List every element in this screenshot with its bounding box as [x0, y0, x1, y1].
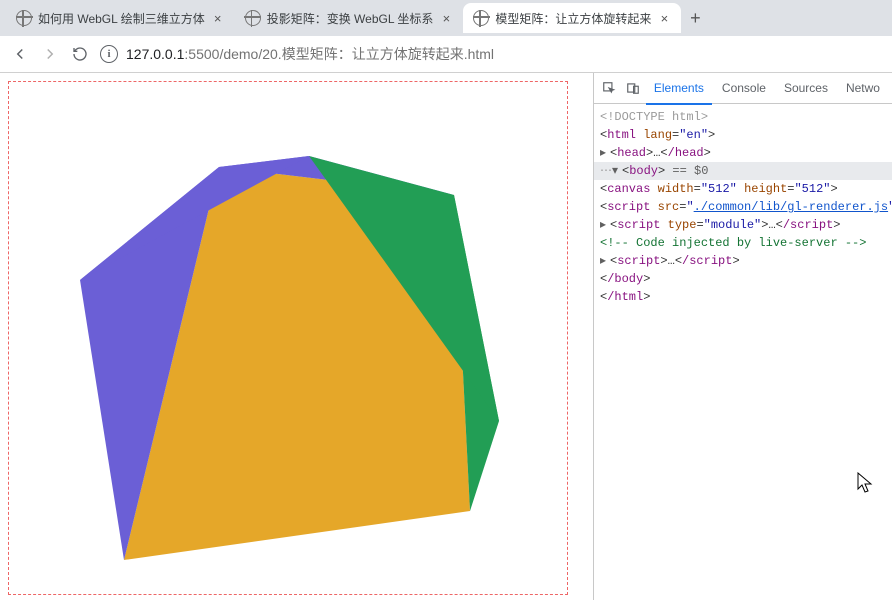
tab-title: 模型矩阵：让立方体旋转起来	[495, 10, 651, 27]
reload-button[interactable]	[70, 44, 90, 64]
dom-html-close[interactable]: </html>	[594, 288, 892, 306]
dom-head[interactable]: ▸<head>…</head>	[594, 144, 892, 162]
tab-title: 投影矩阵：变换 WebGL 坐标系	[267, 10, 434, 27]
devtools-tab-console[interactable]: Console	[714, 73, 774, 103]
forward-button[interactable]	[40, 44, 60, 64]
back-button[interactable]	[10, 44, 30, 64]
inspect-icon[interactable]	[598, 81, 620, 95]
globe-icon	[16, 10, 32, 26]
dom-comment[interactable]: <!-- Code injected by live-server -->	[594, 234, 892, 252]
browser-tab-strip: 如何用 WebGL 绘制三维立方体 × 投影矩阵：变换 WebGL 坐标系 × …	[0, 0, 892, 36]
site-info-icon[interactable]: i	[100, 45, 118, 63]
new-tab-button[interactable]: +	[681, 4, 709, 32]
devtools-panel: Elements Console Sources Netwo <!DOCTYPE…	[593, 73, 892, 600]
dom-body-close[interactable]: </body>	[594, 270, 892, 288]
dom-html-open[interactable]: <html lang="en">	[594, 126, 892, 144]
browser-tab-3[interactable]: 模型矩阵：让立方体旋转起来 ×	[463, 3, 681, 33]
dom-canvas[interactable]: <canvas width="512" height="512">	[594, 180, 892, 198]
devtools-tab-sources[interactable]: Sources	[776, 73, 836, 103]
close-icon[interactable]: ×	[439, 11, 453, 25]
dom-doctype[interactable]: <!DOCTYPE html>	[594, 108, 892, 126]
devtools-tab-network[interactable]: Netwo	[838, 73, 888, 103]
browser-toolbar: i 127.0.0.1:5500/demo/20.模型矩阵：让立方体旋转起来.h…	[0, 36, 892, 73]
dom-tree[interactable]: <!DOCTYPE html> <html lang="en"> ▸<head>…	[594, 104, 892, 600]
content-area: Elements Console Sources Netwo <!DOCTYPE…	[0, 73, 892, 600]
dom-script-src[interactable]: <script src="./common/lib/gl-renderer.js…	[594, 198, 892, 216]
url-text: 127.0.0.1:5500/demo/20.模型矩阵：让立方体旋转起来.htm…	[126, 44, 494, 64]
rotating-cube	[9, 82, 567, 594]
globe-icon	[245, 10, 261, 26]
device-toggle-icon[interactable]	[622, 81, 644, 95]
address-bar[interactable]: i 127.0.0.1:5500/demo/20.模型矩阵：让立方体旋转起来.h…	[100, 44, 882, 64]
devtools-tab-elements[interactable]: Elements	[646, 73, 712, 105]
webgl-canvas[interactable]	[8, 81, 568, 595]
page-viewport	[0, 73, 593, 600]
dom-script-injected[interactable]: ▸<script>…</script>	[594, 252, 892, 270]
browser-tab-2[interactable]: 投影矩阵：变换 WebGL 坐标系 ×	[235, 3, 464, 33]
devtools-tab-strip: Elements Console Sources Netwo	[594, 73, 892, 104]
close-icon[interactable]: ×	[211, 11, 225, 25]
tab-title: 如何用 WebGL 绘制三维立方体	[38, 10, 205, 27]
globe-icon	[473, 10, 489, 26]
browser-tab-1[interactable]: 如何用 WebGL 绘制三维立方体 ×	[6, 3, 235, 33]
dom-body-open[interactable]: ⋯▾<body> == $0	[594, 162, 892, 180]
dom-script-module[interactable]: ▸<script type="module">…</script>	[594, 216, 892, 234]
close-icon[interactable]: ×	[657, 11, 671, 25]
